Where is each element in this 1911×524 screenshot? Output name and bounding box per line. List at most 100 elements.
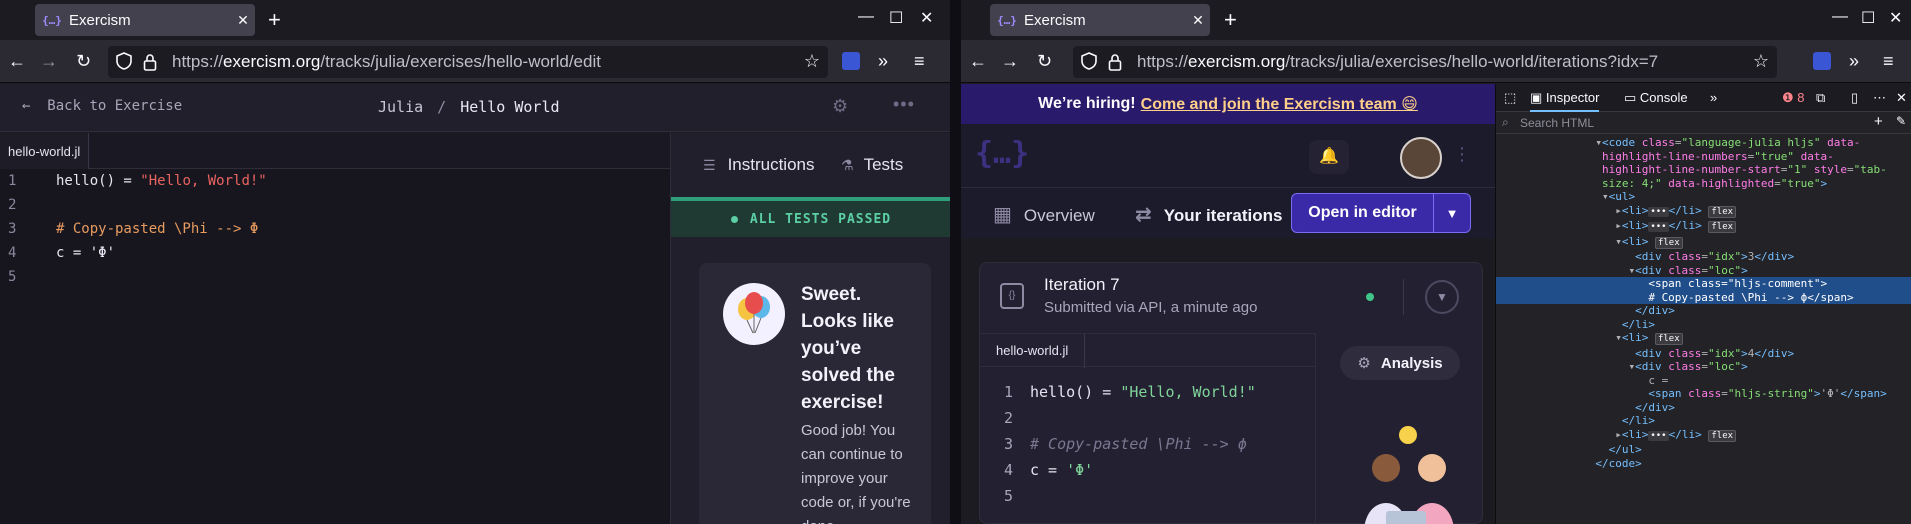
- more-options-icon[interactable]: •••: [893, 94, 915, 115]
- file-tab[interactable]: hello-world.jl: [980, 334, 1086, 368]
- error-count-badge[interactable]: ❶ 8: [1782, 90, 1805, 106]
- lock-icon[interactable]: [143, 53, 157, 71]
- breadcrumb: Julia / Hello World: [378, 98, 560, 116]
- browser-tab[interactable]: {…} Exercism ✕: [35, 4, 255, 36]
- analysis-panel: ⚙ Analysis: [1315, 333, 1483, 524]
- line-number: 5: [1004, 487, 1014, 505]
- url-text[interactable]: https://exercism.org/tracks/julia/exerci…: [1137, 52, 1658, 72]
- responsive-icon[interactable]: ▯: [1851, 90, 1858, 106]
- close-window-icon[interactable]: ✕: [1889, 8, 1902, 28]
- close-window-icon[interactable]: ✕: [920, 8, 933, 28]
- bell-icon[interactable]: 🔔: [1309, 140, 1349, 174]
- iterations-icon: ⇄: [1135, 204, 1152, 226]
- add-node-icon[interactable]: +: [1874, 113, 1883, 130]
- minimize-icon[interactable]: —: [858, 8, 874, 26]
- browser-tab[interactable]: {…} Exercism ✕: [990, 4, 1210, 36]
- dock-icon[interactable]: ⧉: [1816, 90, 1825, 106]
- join-team-link[interactable]: Come and join the Exercism team 😄: [1141, 94, 1418, 114]
- devtools-tabs: ⬚ ▣ Inspector ▭ Console » ❶ 8 ⧉ ▯ ⋯ ✕: [1496, 84, 1911, 112]
- url-bar[interactable]: https://exercism.org/tracks/julia/exerci…: [1073, 46, 1777, 78]
- robot-icon: ⚙: [1357, 355, 1371, 372]
- overflow-chevrons-icon[interactable]: »: [878, 51, 888, 71]
- exercism-favicon-icon: {…}: [997, 13, 1017, 27]
- analysis-button[interactable]: ⚙ Analysis: [1340, 346, 1460, 380]
- bookmark-star-icon[interactable]: ☆: [804, 51, 820, 72]
- reload-icon[interactable]: ↻: [76, 51, 91, 71]
- inspector-icon: ▣: [1530, 90, 1543, 105]
- shield-icon[interactable]: [116, 52, 132, 70]
- exercism-favicon-icon: {…}: [42, 13, 62, 27]
- line-number: 1: [8, 173, 17, 189]
- code-editor[interactable]: 1 hello() = "Hello, World!" 2 3 # Copy-paste…: [0, 169, 670, 524]
- dom-tree[interactable]: ▾<code class="language-julia hljs" data-…: [1496, 136, 1911, 470]
- code-line: 2: [0, 193, 670, 217]
- eyedropper-icon[interactable]: ✎: [1896, 114, 1906, 128]
- code-brackets-icon: {}: [1000, 283, 1024, 309]
- tab-overview[interactable]: ▦ Overview: [993, 202, 1095, 227]
- html-search[interactable]: ⌕ Search HTML + ✎: [1496, 112, 1911, 134]
- kebab-menu-icon[interactable]: ⋯: [1873, 90, 1886, 106]
- breadcrumb-exercise: Hello World: [460, 98, 560, 116]
- extension-icon[interactable]: [842, 52, 860, 70]
- more-tabs-icon[interactable]: »: [1710, 90, 1717, 105]
- maximize-icon[interactable]: ☐: [1861, 8, 1875, 28]
- tests-passed-banner: ALL TESTS PASSED: [671, 201, 950, 237]
- tab-your-iterations[interactable]: ⇄ Your iterations: [1135, 202, 1282, 227]
- line-number: 4: [8, 245, 17, 261]
- gear-icon[interactable]: ⚙: [832, 96, 848, 117]
- tab-strip: {…} Exercism ✕ + — ☐ ✕: [961, 0, 1911, 40]
- maximize-icon[interactable]: ☐: [889, 8, 903, 28]
- code-line: 2: [980, 405, 1315, 431]
- minimize-icon[interactable]: —: [1832, 8, 1848, 26]
- browser-window-right: {…} Exercism ✕ + — ☐ ✕ ← → ↻ https://exe…: [961, 0, 1911, 524]
- breadcrumb-track[interactable]: Julia: [378, 98, 423, 116]
- exercism-logo-icon[interactable]: {…}: [975, 136, 1029, 171]
- extension-icon[interactable]: [1813, 52, 1831, 70]
- back-to-exercise-link[interactable]: ← Back to Exercise: [22, 98, 182, 114]
- kebab-menu-icon[interactable]: ⋮: [1453, 144, 1471, 165]
- close-tab-icon[interactable]: ✕: [231, 12, 255, 29]
- tab-console[interactable]: ▭ Console: [1624, 90, 1688, 106]
- element-picker-icon[interactable]: ⬚: [1504, 90, 1516, 106]
- tab-instructions[interactable]: ☰ Instructions: [703, 155, 815, 175]
- reload-icon[interactable]: ↻: [1037, 51, 1052, 71]
- overflow-chevrons-icon[interactable]: »: [1849, 51, 1859, 71]
- code-line: 1 hello() = "Hello, World!": [980, 379, 1315, 405]
- hamburger-menu-icon[interactable]: ≡: [914, 51, 925, 71]
- window-divider: [950, 0, 961, 524]
- chevron-down-icon[interactable]: ▼: [1425, 280, 1459, 314]
- instructions-panel: ☰ Instructions ⚗ Tests ALL TESTS PASSED Sw…: [670, 133, 950, 524]
- hamburger-menu-icon[interactable]: ≡: [1883, 51, 1894, 71]
- iteration-subtitle: Submitted via API, a minute ago: [1044, 299, 1258, 316]
- divider: [1403, 279, 1404, 315]
- url-bar[interactable]: https://exercism.org/tracks/julia/exerci…: [108, 46, 828, 78]
- forward-arrow-icon[interactable]: →: [1001, 51, 1019, 71]
- code-line: 4 c = 'Φ': [0, 241, 670, 265]
- file-tab[interactable]: hello-world.jl: [0, 133, 90, 169]
- shield-icon[interactable]: [1081, 52, 1097, 70]
- avatar[interactable]: [1400, 137, 1442, 179]
- chevron-down-icon[interactable]: ▼: [1434, 194, 1470, 232]
- new-tab-icon[interactable]: +: [268, 8, 281, 32]
- back-arrow-icon[interactable]: ←: [8, 51, 26, 71]
- selected-node[interactable]: <span class="hljs-comment"> # Copy-paste…: [1496, 277, 1911, 304]
- close-devtools-icon[interactable]: ✕: [1896, 90, 1907, 106]
- forward-arrow-icon[interactable]: →: [40, 51, 58, 71]
- nav-toolbar: ← → ↻ https://exercism.org/tracks/julia/…: [0, 40, 950, 83]
- bookmark-star-icon[interactable]: ☆: [1753, 51, 1769, 72]
- iteration-title: Iteration 7: [1044, 275, 1120, 294]
- line-number: 1: [1004, 383, 1014, 401]
- tab-tests[interactable]: ⚗ Tests: [841, 155, 903, 175]
- new-tab-icon[interactable]: +: [1224, 8, 1237, 32]
- lock-icon[interactable]: [1108, 53, 1122, 71]
- open-in-editor-button[interactable]: Open in editor ▼: [1291, 193, 1471, 233]
- code-token: "Hello, World!": [1120, 383, 1256, 401]
- nav-toolbar: ← → ↻ https://exercism.org/tracks/julia/…: [961, 40, 1911, 83]
- code-token: 'Φ': [1066, 461, 1094, 479]
- url-text[interactable]: https://exercism.org/tracks/julia/exerci…: [172, 52, 601, 72]
- back-arrow-icon[interactable]: ←: [969, 51, 987, 71]
- close-tab-icon[interactable]: ✕: [1186, 12, 1210, 29]
- code-token: # Copy-pasted \Phi --> Φ: [56, 221, 259, 237]
- tab-title: Exercism: [1024, 11, 1086, 29]
- tab-inspector[interactable]: ▣ Inspector: [1530, 90, 1600, 112]
